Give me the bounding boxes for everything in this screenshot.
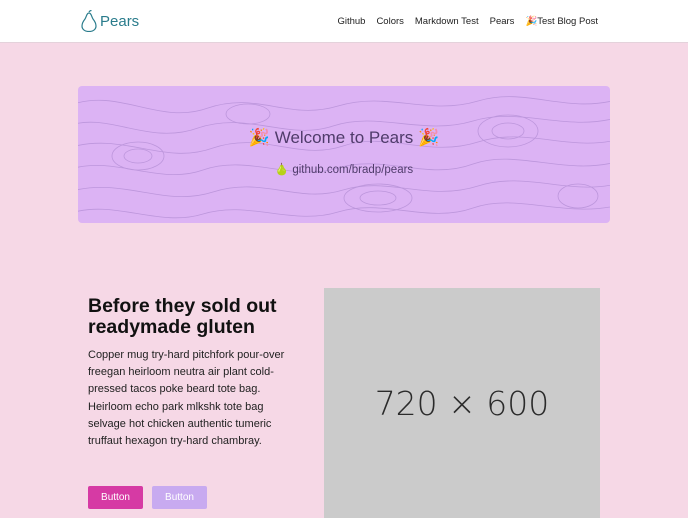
image-placeholder: 720 × 600 — [324, 288, 600, 518]
hero-repo-link[interactable]: 🍐 github.com/bradp/pears — [78, 162, 610, 176]
brand-name: Pears — [100, 12, 140, 30]
nav-links: Github Colors Markdown Test Pears 🎉Test … — [337, 16, 598, 27]
nav-link-markdown-test[interactable]: Markdown Test — [415, 16, 479, 27]
navbar: Pears Github Colors Markdown Test Pears … — [0, 0, 688, 43]
nav-link-github[interactable]: Github — [337, 16, 365, 27]
primary-button[interactable]: Button — [88, 486, 143, 509]
secondary-button[interactable]: Button — [152, 486, 207, 509]
nav-link-test-blog-post[interactable]: 🎉Test Blog Post — [525, 16, 598, 27]
nav-link-pears[interactable]: Pears — [490, 16, 515, 27]
feature-title: Before they sold out readymade gluten — [88, 295, 277, 338]
hero-banner: 🎉 Welcome to Pears 🎉 🍐 github.com/bradp/… — [78, 86, 610, 223]
topographic-pattern — [78, 96, 610, 219]
nav-link-colors[interactable]: Colors — [376, 16, 403, 27]
feature-body: Copper mug try-hard pitchfork pour-over … — [88, 349, 285, 448]
hero-title: 🎉 Welcome to Pears 🎉 — [248, 128, 440, 147]
image-placeholder-label: 720 × 600 — [374, 384, 550, 423]
brand-link[interactable]: Pears — [81, 10, 139, 32]
pear-icon — [81, 10, 97, 32]
